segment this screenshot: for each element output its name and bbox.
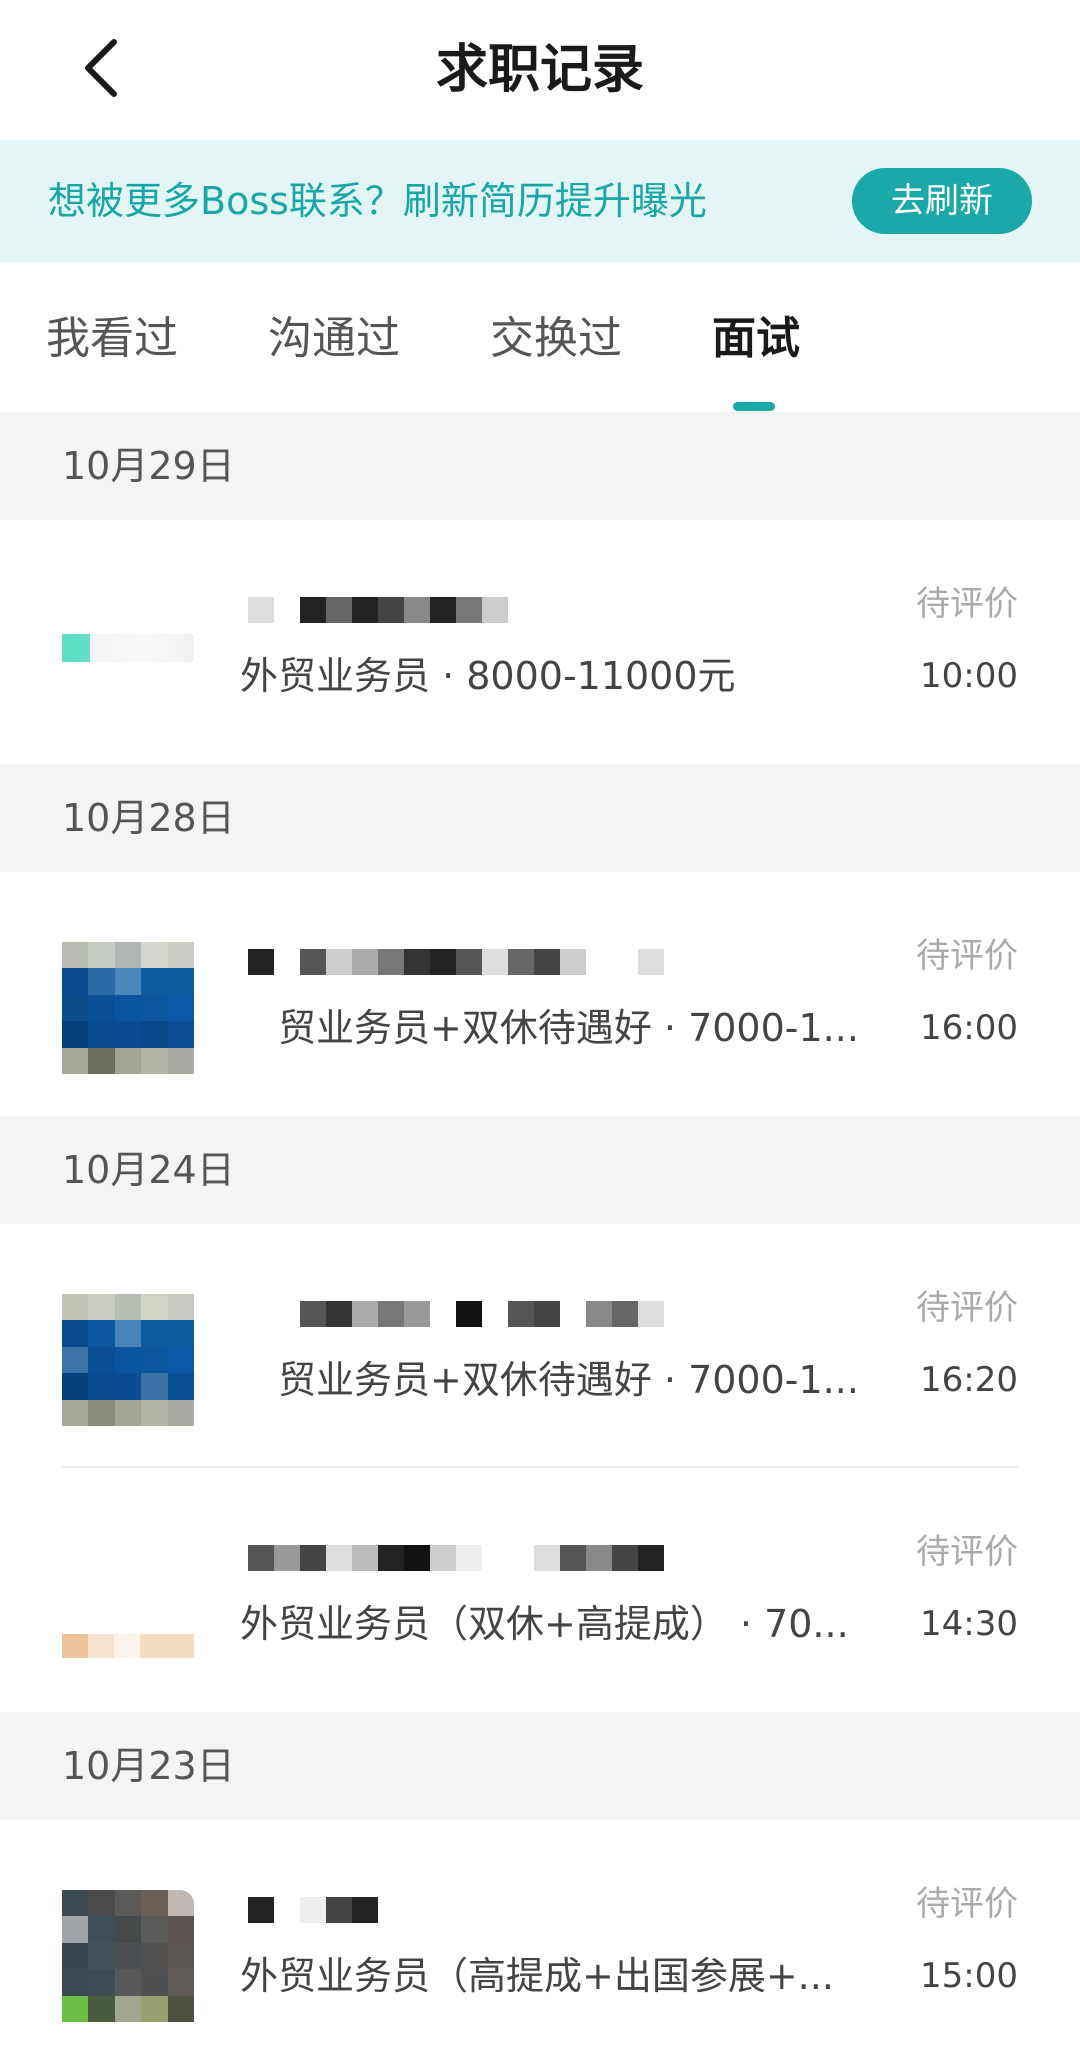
review-status: 待评价 xyxy=(916,1884,1018,1924)
job-title-salary: 贸业务员+双休待遇好 · 7000-1... xyxy=(278,1358,859,1402)
tab-viewed[interactable]: 我看过 xyxy=(46,310,178,368)
company-logo xyxy=(62,1294,194,1426)
banner-text: 想被更多Boss联系？刷新简历提升曝光 xyxy=(48,179,707,223)
interview-time: 16:00 xyxy=(920,1008,1018,1048)
company-logo xyxy=(62,590,194,722)
tab-active-indicator xyxy=(733,402,775,411)
job-title-salary: 贸业务员+双休待遇好 · 7000-1... xyxy=(278,1006,859,1050)
refresh-banner: 想被更多Boss联系？刷新简历提升曝光 去刷新 xyxy=(0,140,1080,262)
review-status: 待评价 xyxy=(916,584,1018,624)
top-bar: 求职记录 xyxy=(0,0,1080,140)
review-status: 待评价 xyxy=(916,936,1018,976)
interview-record-item[interactable]: 贸业务员+双休待遇好 · 7000-1... 待评价 16:00 xyxy=(0,872,1080,1116)
job-title-salary: 外贸业务员 · 8000-11000元 xyxy=(240,654,736,698)
tab-exchanged[interactable]: 交换过 xyxy=(490,310,622,368)
date-section-header: 10月24日 xyxy=(0,1116,1080,1224)
job-title-salary: 外贸业务员（双休+高提成） · 70... xyxy=(240,1602,849,1646)
tab-interview[interactable]: 面试 xyxy=(712,310,800,368)
interview-record-item[interactable]: 贸业务员+双休待遇好 · 7000-1... 待评价 16:20 xyxy=(0,1224,1080,1468)
date-section-header: 10月28日 xyxy=(0,764,1080,872)
job-title-salary: 外贸业务员（高提成+出国参展+... xyxy=(240,1954,834,1998)
interview-record-item[interactable]: 外贸业务员（双休+高提成） · 70... 待评价 14:30 xyxy=(0,1468,1080,1712)
interview-record-item[interactable]: 外贸业务员 · 8000-11000元 待评价 10:00 xyxy=(0,520,1080,764)
date-section-header: 10月29日 xyxy=(0,412,1080,520)
review-status: 待评价 xyxy=(916,1288,1018,1328)
company-name-redacted xyxy=(248,1882,378,1938)
interview-time: 14:30 xyxy=(920,1604,1018,1644)
interview-time: 16:20 xyxy=(920,1360,1018,1400)
company-name-redacted xyxy=(248,1286,664,1342)
interview-time: 10:00 xyxy=(920,656,1018,696)
date-label: 10月28日 xyxy=(62,796,235,840)
date-label: 10月29日 xyxy=(62,444,235,488)
date-label: 10月24日 xyxy=(62,1148,235,1192)
company-logo xyxy=(62,1890,194,2022)
company-logo xyxy=(62,1538,194,1670)
refresh-button[interactable]: 去刷新 xyxy=(852,168,1032,234)
review-status: 待评价 xyxy=(916,1532,1018,1572)
date-label: 10月23日 xyxy=(62,1744,235,1788)
company-name-redacted xyxy=(248,1530,664,1586)
interview-record-item[interactable]: 外贸业务员（高提成+出国参展+... 待评价 15:00 xyxy=(0,1820,1080,2064)
company-name-redacted xyxy=(248,582,508,638)
company-logo xyxy=(62,942,194,1074)
page-title: 求职记录 xyxy=(435,40,644,100)
company-name-redacted xyxy=(248,934,664,990)
date-section-header: 10月23日 xyxy=(0,1712,1080,1820)
interview-time: 15:00 xyxy=(920,1956,1018,1996)
tab-communicated[interactable]: 沟通过 xyxy=(268,310,400,368)
tab-bar: 我看过 沟通过 交换过 面试 xyxy=(0,262,1080,412)
